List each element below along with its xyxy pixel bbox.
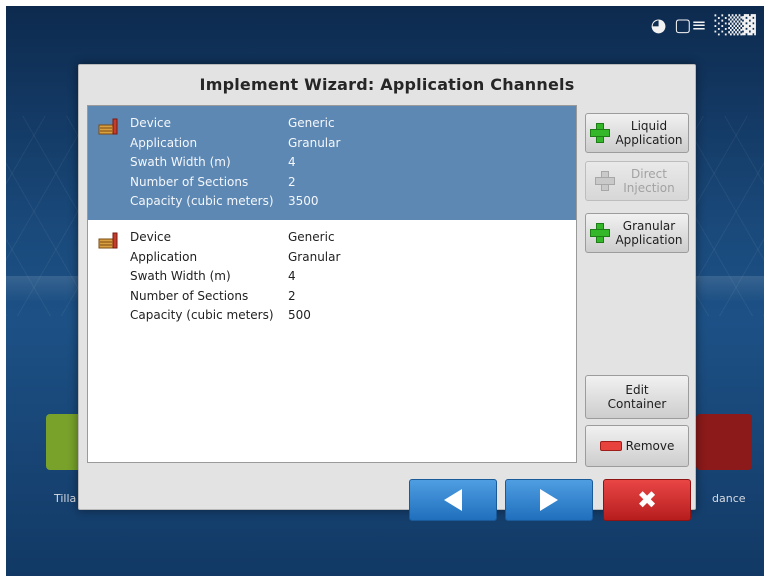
detail-value: 4 — [288, 155, 296, 170]
button-label: Remove — [625, 439, 675, 453]
button-label: Granular Application — [615, 219, 683, 247]
detail-value: Generic — [288, 230, 335, 244]
detail-label: Application — [130, 249, 198, 264]
channel-details: Device Generic Application Granular Swath … — [130, 228, 340, 326]
channel-list: Device Generic Application Granular Swath … — [87, 105, 577, 463]
status-bar: ◕ ▢≡ ░▒▓ — [651, 16, 756, 36]
edit-container-button[interactable]: Edit Container — [585, 375, 689, 419]
button-label: Direct Injection — [623, 167, 675, 195]
detail-value: 2 — [288, 174, 296, 189]
add-liquid-application-button[interactable]: Liquid Application — [585, 113, 689, 153]
add-granular-application-button[interactable]: Granular Application — [585, 213, 689, 253]
detail-value: Granular — [288, 249, 341, 264]
detail-label: Swath Width (m) — [130, 269, 231, 284]
detail-label: Application — [130, 135, 198, 150]
detail-value: Granular — [288, 135, 341, 150]
device-connection-icon[interactable]: ▢≡ — [674, 16, 706, 36]
channel-details: Device Generic Application Granular Swath … — [130, 114, 340, 212]
back-button[interactable] — [409, 479, 497, 521]
channel-item-2[interactable]: Device Generic Application Granular Swath … — [88, 220, 576, 334]
minus-icon — [599, 441, 622, 451]
button-label: Liquid Application — [615, 119, 683, 147]
detail-value: Generic — [288, 116, 335, 130]
detail-value: 4 — [288, 269, 296, 284]
plus-icon — [590, 123, 610, 143]
plus-icon — [590, 223, 610, 243]
detail-value: 3500 — [288, 194, 319, 209]
tillage-tile-label: Tilla — [54, 492, 77, 505]
button-label: Edit Container — [607, 383, 667, 411]
detail-label: Number of Sections — [130, 288, 249, 303]
detail-label: Device — [130, 230, 172, 244]
dialog-title: Implement Wizard: Application Channels — [199, 75, 575, 94]
guidance-tile-label: dance — [712, 492, 746, 505]
back-arrow-icon — [444, 489, 462, 511]
close-icon: ✖ — [636, 486, 658, 514]
next-button[interactable] — [505, 479, 593, 521]
channel-item-1[interactable]: Device Generic Application Granular Swath … — [88, 106, 576, 220]
detail-value: 500 — [288, 308, 311, 323]
granular-device-icon — [98, 232, 118, 249]
add-direct-injection-button[interactable]: Direct Injection — [585, 161, 689, 201]
implement-wizard-dialog: Implement Wizard: Application Channels D… — [78, 64, 696, 521]
detail-label: Capacity (cubic meters) — [130, 308, 274, 323]
granular-device-icon — [98, 118, 118, 135]
detail-label: Capacity (cubic meters) — [130, 194, 274, 209]
cancel-button[interactable]: ✖ — [603, 479, 691, 521]
guidance-tile[interactable] — [696, 414, 752, 470]
detail-value: 2 — [288, 288, 296, 303]
detail-label: Swath Width (m) — [130, 155, 231, 170]
detail-label: Device — [130, 116, 172, 130]
plus-icon — [595, 171, 615, 191]
remove-button[interactable]: Remove — [585, 425, 689, 467]
next-arrow-icon — [540, 489, 558, 511]
detail-label: Number of Sections — [130, 174, 249, 189]
signal-strength-icon[interactable]: ░▒▓ — [714, 16, 756, 36]
gps-signal-icon[interactable]: ◕ — [651, 16, 667, 36]
